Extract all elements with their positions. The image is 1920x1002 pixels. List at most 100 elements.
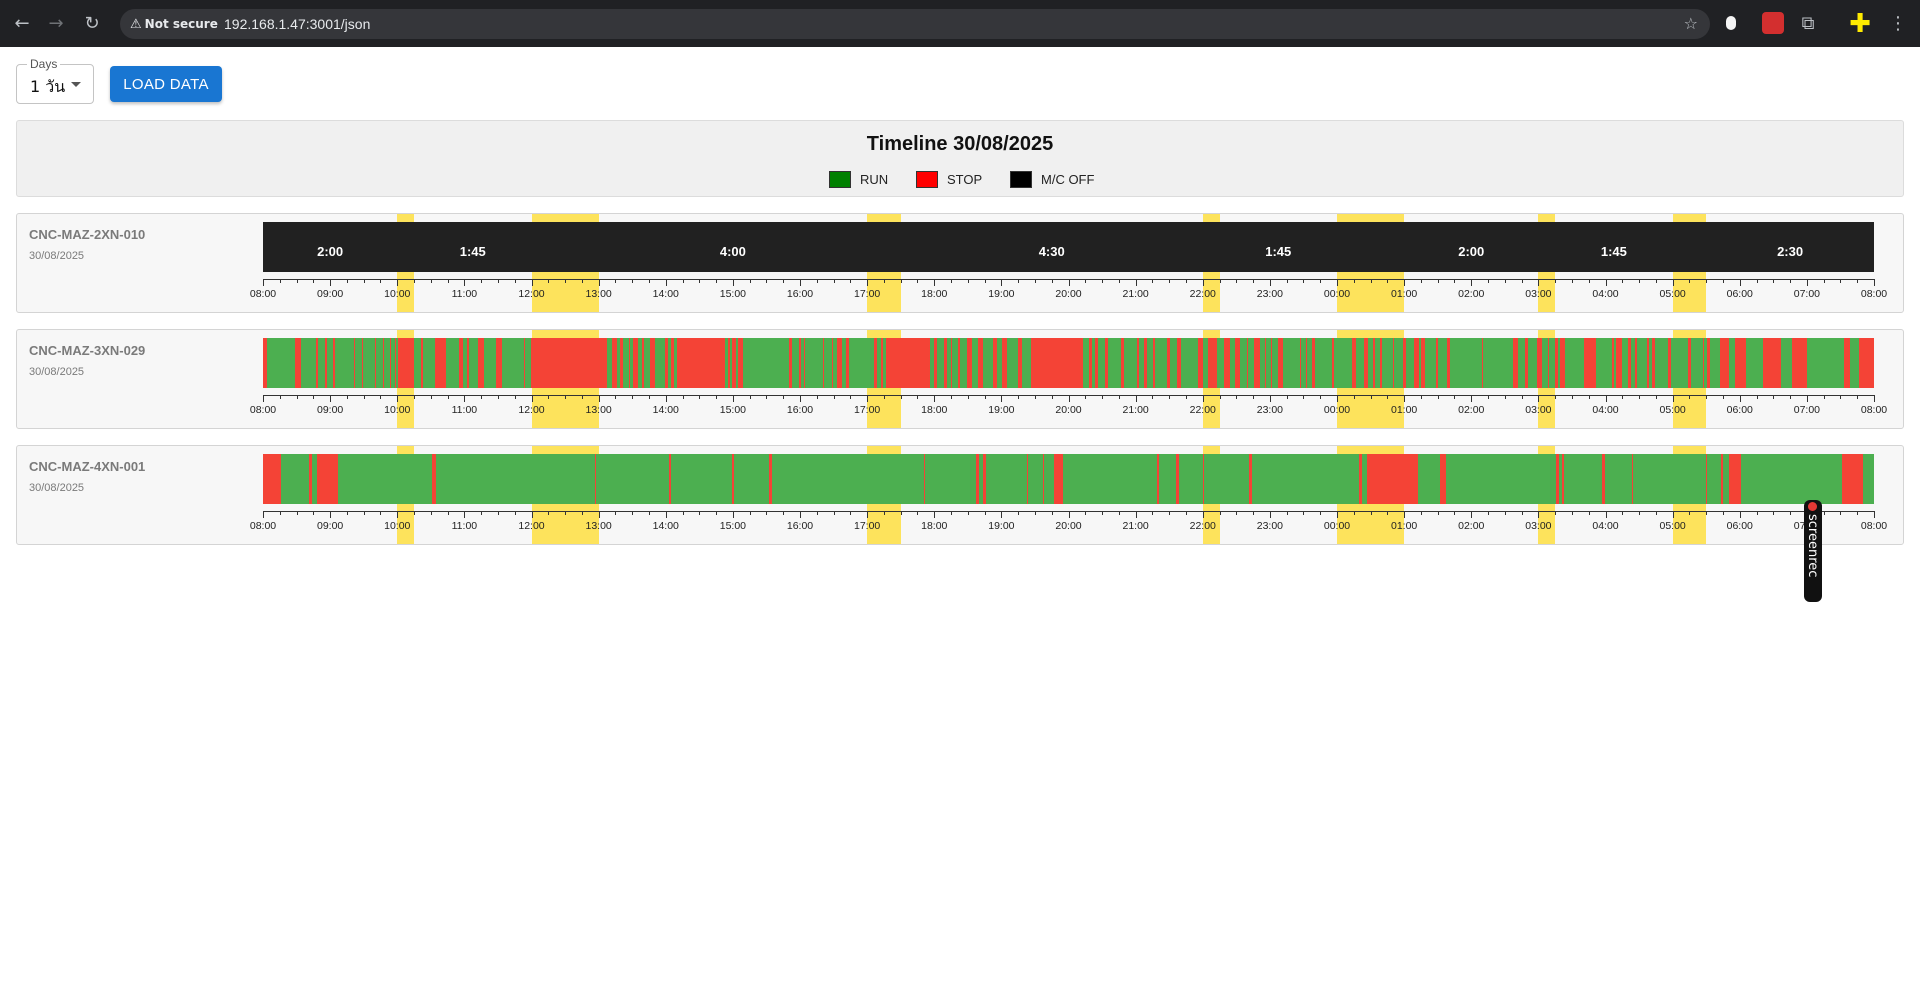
reload-icon[interactable]: ↻ [78, 10, 106, 38]
axis-tick-label: 16:00 [786, 404, 814, 416]
axis-tick [581, 395, 583, 399]
axis-tick-label: 14:00 [652, 520, 679, 532]
axis-tick [1672, 511, 1674, 518]
machine-date: 30/08/2025 [29, 482, 85, 494]
axis-tick-label: 09:00 [316, 520, 344, 532]
machine-date: 30/08/2025 [29, 250, 85, 262]
url-text[interactable]: 192.168.1.47:3001/json [224, 9, 370, 39]
axis-tick [934, 279, 936, 286]
extensions-puzzle-icon[interactable]: ⧉ [1794, 10, 1822, 38]
dropdown-arrow-icon [71, 82, 81, 87]
axis-tick [1454, 511, 1456, 515]
extension-icon[interactable] [1762, 12, 1784, 34]
axis-tick [481, 395, 483, 399]
days-value: 1 วัน [30, 77, 66, 96]
forward-icon[interactable]: → [42, 10, 70, 38]
axis-tick [363, 511, 365, 515]
axis-tick-label: 19:00 [988, 404, 1015, 416]
axis-tick-label: 01:00 [1390, 404, 1418, 416]
axis-tick [883, 511, 885, 515]
axis-tick [279, 395, 281, 399]
axis-tick-label: 01:00 [1390, 520, 1418, 532]
axis-tick [581, 511, 583, 515]
off-duration-label: 1:45 [459, 244, 486, 259]
axis-tick-label: 15:00 [719, 404, 747, 416]
bookmark-star-icon[interactable]: ☆ [1684, 9, 1698, 39]
plus-extension-icon[interactable]: ✚ [1846, 10, 1874, 38]
axis-tick [1152, 395, 1154, 399]
axis-tick [1756, 279, 1758, 283]
browser-toolbar: ← → ↻ ⚠ Not secure 192.168.1.47:3001/json… [0, 0, 1920, 47]
axis-tick [1269, 395, 1271, 402]
axis-tick-label: 11:00 [451, 404, 478, 416]
axis-tick [1874, 395, 1875, 402]
off-swatch [1010, 170, 1032, 188]
timeline-track: 2:00 1:45 4:00 4:30 1:45 2:00 1:45 2:30 08:00 09:… [250, 214, 1887, 312]
axis-tick [1538, 279, 1540, 286]
axis-tick [1857, 395, 1859, 399]
axis-tick [665, 395, 667, 402]
axis-tick [1622, 511, 1624, 515]
not-secure-indicator[interactable]: ⚠ Not secure [130, 9, 218, 39]
machine-date: 30/08/2025 [29, 366, 85, 378]
axis-tick [951, 511, 953, 515]
axis-tick [749, 511, 751, 515]
axis-tick [397, 395, 399, 402]
axis-tick [1353, 279, 1355, 283]
axis-tick [850, 511, 852, 515]
axis-tick-label: 04:00 [1592, 404, 1619, 416]
run-segment [1810, 454, 1841, 504]
axis-tick [1655, 279, 1657, 283]
axis-tick-label: 03:00 [1525, 288, 1552, 300]
run-segment [1820, 338, 1844, 388]
axis-tick [1790, 511, 1792, 515]
axis-tick [531, 511, 533, 518]
menu-icon[interactable]: ⋮ [1884, 10, 1912, 38]
axis-tick [967, 279, 969, 283]
axis-tick [598, 511, 600, 518]
axis-tick [800, 395, 801, 402]
axis-tick [1420, 279, 1422, 283]
axis-tick-label: 16:00 [786, 520, 814, 532]
axis-tick-label: 11:00 [451, 288, 478, 300]
axis-tick [1387, 511, 1389, 515]
axis-tick [1504, 511, 1506, 515]
address-bar[interactable]: ⚠ Not secure 192.168.1.47:3001/json ☆ [120, 9, 1710, 39]
axis-tick [615, 395, 617, 399]
axis-tick [1219, 395, 1221, 399]
load-data-button[interactable]: LOAD DATA [110, 66, 222, 102]
axis-tick [1135, 395, 1137, 402]
axis-tick [1303, 511, 1305, 515]
stop-swatch [916, 170, 938, 188]
extension-icon[interactable] [1726, 16, 1736, 30]
axis-tick-label: 05:00 [1659, 404, 1686, 416]
axis-tick-label: 09:00 [316, 404, 344, 416]
axis-tick [615, 511, 617, 515]
axis-tick-label: 01:00 [1390, 288, 1418, 300]
axis-tick [1622, 279, 1624, 283]
axis-tick [833, 511, 835, 515]
axis-tick [1102, 279, 1104, 283]
axis-tick [766, 511, 768, 515]
days-select[interactable]: Days 1 วัน [16, 57, 94, 104]
axis-tick [1823, 511, 1825, 515]
axis-tick-label: 21:00 [1122, 520, 1149, 532]
axis-tick [1018, 395, 1020, 399]
axis-tick [867, 395, 869, 402]
axis-tick [397, 511, 399, 518]
axis-tick [1236, 279, 1238, 283]
off-duration-label: 1:45 [1600, 244, 1627, 259]
axis-tick [330, 279, 332, 286]
axis-tick [1219, 511, 1221, 515]
timeline-track: 08:00 09:00 10:00 11:00 12:00 13:00 14:00 15:00… [250, 330, 1887, 428]
axis-tick [984, 511, 986, 515]
back-icon[interactable]: ← [8, 10, 36, 38]
axis-tick [1219, 279, 1221, 283]
axis-tick [1068, 511, 1070, 518]
axis-tick-label: 10:00 [384, 520, 411, 532]
axis-tick [1169, 511, 1171, 515]
axis-tick [296, 279, 298, 283]
axis-tick-label: 08:00 [1860, 288, 1888, 300]
axis-tick [1253, 279, 1255, 283]
axis-tick [1085, 279, 1087, 283]
